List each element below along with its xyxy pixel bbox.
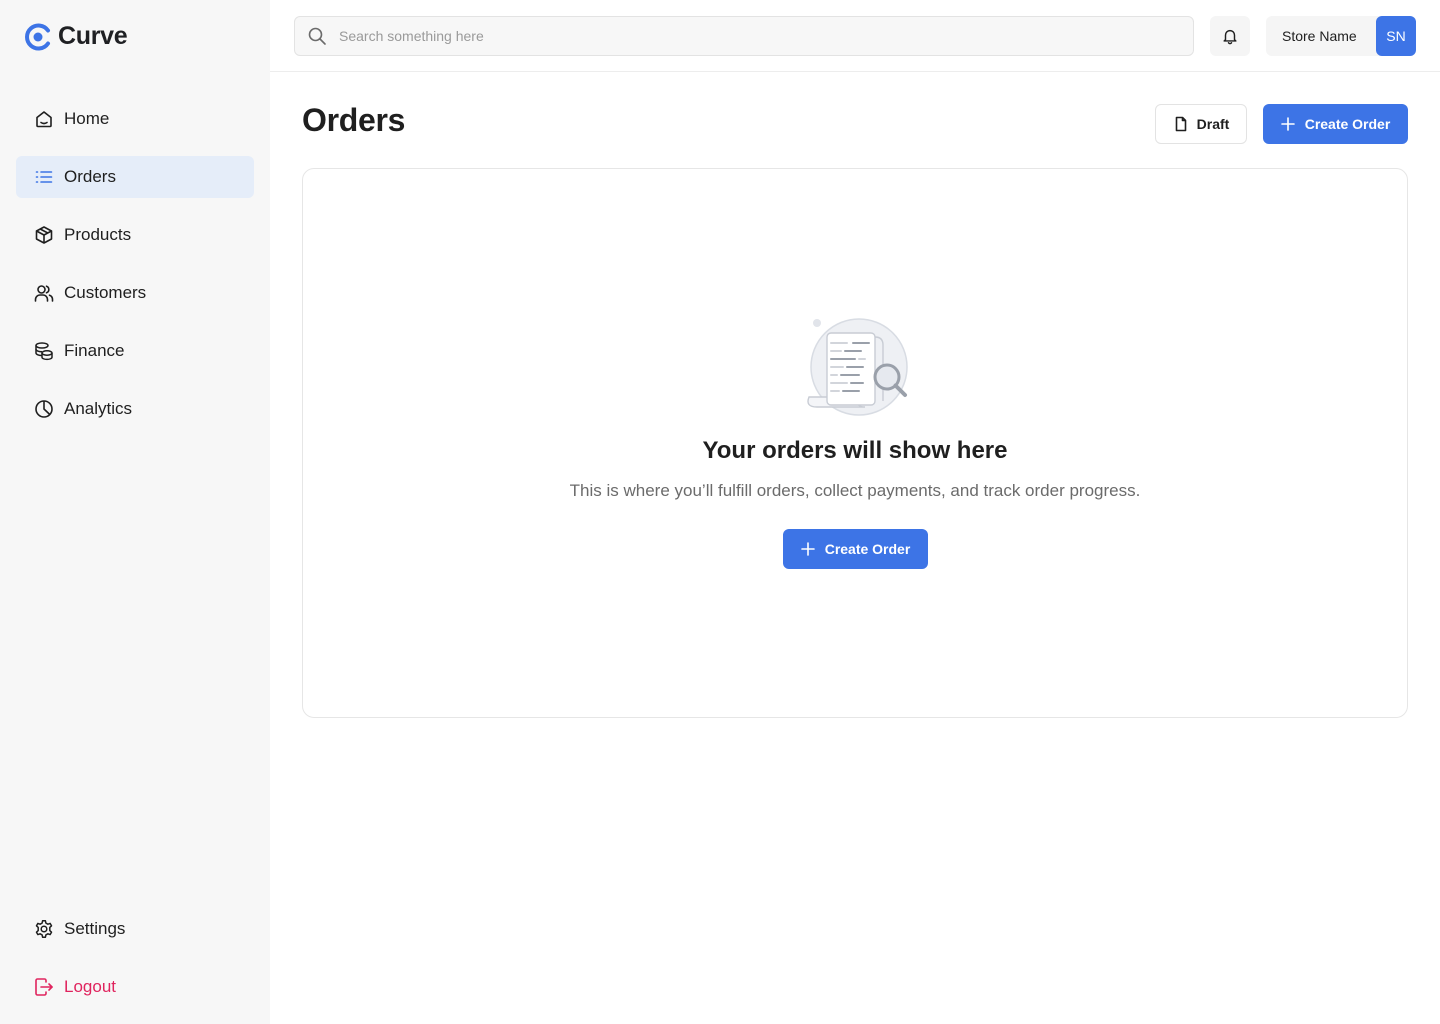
plus-icon	[800, 542, 815, 556]
notifications-button[interactable]	[1210, 16, 1250, 56]
document-icon	[1175, 116, 1186, 132]
sidebar: Curve Home Orders Products Customers Fin…	[0, 0, 270, 1024]
store-name: Store Name	[1282, 28, 1357, 44]
sidebar-item-label: Analytics	[64, 399, 133, 418]
orders-empty-state: Your orders will show here This is where…	[302, 168, 1408, 718]
brand-logo[interactable]: Curve	[24, 22, 128, 51]
sidebar-item-products[interactable]: Products	[16, 214, 254, 256]
curve-logo-icon	[25, 23, 50, 50]
sidebar-item-logout[interactable]: Logout	[16, 966, 254, 1008]
sidebar-item-finance[interactable]: Finance	[16, 330, 254, 372]
home-icon	[34, 109, 54, 129]
draft-button[interactable]: Draft	[1155, 104, 1247, 144]
empty-orders-illustration-icon	[807, 318, 908, 416]
gear-icon	[34, 919, 54, 939]
sidebar-item-home[interactable]: Home	[16, 98, 254, 140]
coins-icon	[34, 341, 54, 361]
sidebar-item-orders[interactable]: Orders	[16, 156, 254, 198]
search-bar[interactable]	[294, 16, 1194, 56]
sidebar-nav: Home Orders Products Customers Finance A…	[16, 98, 254, 446]
sidebar-item-label: Settings	[64, 919, 126, 938]
plus-icon	[1280, 117, 1295, 131]
sidebar-item-label: Orders	[64, 167, 116, 186]
avatar: SN	[1376, 16, 1416, 56]
logout-icon	[34, 977, 54, 997]
sidebar-bottom: Settings Logout	[16, 908, 254, 1024]
search-icon	[308, 27, 326, 45]
create-order-label: Create Order	[1304, 116, 1391, 132]
empty-state-title: Your orders will show here	[702, 437, 1008, 464]
brand-name: Curve	[58, 22, 128, 50]
bell-icon	[1223, 29, 1237, 45]
sidebar-item-analytics[interactable]: Analytics	[16, 388, 254, 430]
create-order-button[interactable]: Create Order	[1263, 104, 1408, 144]
sidebar-item-label: Finance	[64, 341, 125, 360]
store-switcher[interactable]: Store Name SN	[1266, 16, 1416, 56]
page-title: Orders	[302, 102, 406, 138]
users-icon	[34, 283, 54, 303]
sidebar-item-label: Products	[64, 225, 132, 244]
sidebar-item-label: Logout	[64, 977, 116, 996]
search-input[interactable]	[339, 28, 1159, 44]
topbar: Store Name SN	[270, 0, 1440, 72]
sidebar-item-customers[interactable]: Customers	[16, 272, 254, 314]
pie-chart-icon	[34, 399, 54, 419]
sidebar-item-label: Customers	[64, 283, 147, 302]
empty-state-description: This is where you’ll fulfill orders, col…	[569, 481, 1141, 500]
empty-create-order-button[interactable]: Create Order	[783, 529, 928, 569]
empty-create-order-label: Create Order	[824, 541, 911, 557]
sidebar-item-label: Home	[64, 109, 110, 128]
list-icon	[34, 167, 54, 187]
sidebar-item-settings[interactable]: Settings	[16, 908, 254, 950]
draft-button-label: Draft	[1196, 116, 1230, 132]
box-icon	[34, 225, 54, 245]
